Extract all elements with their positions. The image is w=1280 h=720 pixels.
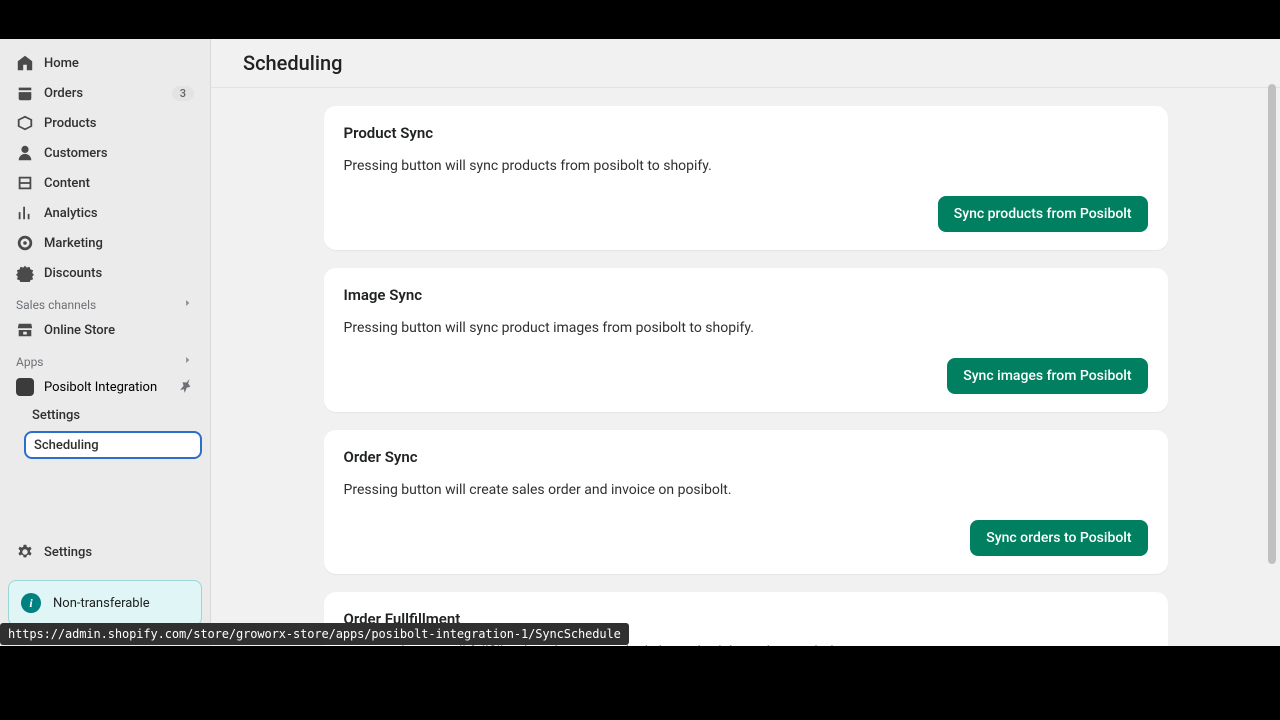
scrollbar-thumb[interactable] <box>1268 84 1276 564</box>
card-desc: Pressing button will create sales order … <box>344 482 1148 498</box>
nav-online-store[interactable]: Online Store <box>8 316 202 344</box>
nav-label: Settings <box>44 545 194 560</box>
app-sub-scheduling[interactable]: Scheduling <box>24 431 202 459</box>
content-scroll[interactable]: Product Sync Pressing button will sync p… <box>211 88 1280 646</box>
card-title: Product Sync <box>344 124 1148 142</box>
orders-badge: 3 <box>172 86 194 101</box>
marketing-icon <box>16 234 34 252</box>
app-icon <box>16 378 34 396</box>
nav-label: Customers <box>44 146 194 161</box>
nav-label: Discounts <box>44 266 194 281</box>
card-desc: Pressing button will sync product images… <box>344 320 1148 336</box>
page-title: Scheduling <box>243 51 1248 75</box>
discounts-icon <box>16 264 34 282</box>
banner-text: Non-transferable <box>53 596 150 611</box>
nav-home[interactable]: Home <box>8 49 202 77</box>
primary-nav: Home Orders 3 Products Customers Content <box>0 49 210 289</box>
sync-products-button[interactable]: Sync products from Posibolt <box>938 196 1148 232</box>
nav-label: Home <box>44 56 194 71</box>
scrollbar[interactable] <box>1268 84 1278 624</box>
sync-orders-button[interactable]: Sync orders to Posibolt <box>970 520 1147 556</box>
nav-orders[interactable]: Orders 3 <box>8 79 202 107</box>
products-icon <box>16 114 34 132</box>
card-order-sync: Order Sync Pressing button will create s… <box>324 430 1168 574</box>
nav-customers[interactable]: Customers <box>8 139 202 167</box>
main-content: Scheduling Product Sync Pressing button … <box>211 39 1280 646</box>
sidebar: Home Orders 3 Products Customers Content <box>0 39 211 646</box>
card-image-sync: Image Sync Pressing button will sync pro… <box>324 268 1168 412</box>
nav-content[interactable]: Content <box>8 169 202 197</box>
card-title: Image Sync <box>344 286 1148 304</box>
analytics-icon <box>16 204 34 222</box>
status-url-tooltip: https://admin.shopify.com/store/groworx-… <box>0 623 629 645</box>
app-sub-settings[interactable]: Settings <box>24 401 202 429</box>
info-banner: i Non-transferable <box>8 580 202 626</box>
sub-label: Scheduling <box>34 438 192 453</box>
home-icon <box>16 54 34 72</box>
card-product-sync: Product Sync Pressing button will sync p… <box>324 106 1168 250</box>
card-desc: Pressing button will sync products from … <box>344 158 1148 174</box>
nav-discounts[interactable]: Discounts <box>8 259 202 287</box>
nav-analytics[interactable]: Analytics <box>8 199 202 227</box>
apps-header[interactable]: Apps <box>0 346 210 373</box>
info-icon: i <box>21 593 41 613</box>
nav-label: Analytics <box>44 206 194 221</box>
nav-label: Online Store <box>44 323 194 338</box>
chevron-right-icon <box>182 354 194 369</box>
nav-marketing[interactable]: Marketing <box>8 229 202 257</box>
section-label: Sales channels <box>16 298 96 312</box>
nav-settings[interactable]: Settings <box>8 538 202 566</box>
pin-icon[interactable] <box>172 373 199 401</box>
sub-label: Settings <box>32 408 194 423</box>
orders-icon <box>16 84 34 102</box>
page-header: Scheduling <box>211 39 1280 88</box>
section-label: Apps <box>16 355 44 369</box>
sales-channels-header[interactable]: Sales channels <box>0 289 210 316</box>
app-posibolt[interactable]: Posibolt Integration <box>8 373 202 401</box>
chevron-right-icon <box>182 297 194 312</box>
gear-icon <box>16 543 34 561</box>
nav-label: Content <box>44 176 194 191</box>
card-title: Order Sync <box>344 448 1148 466</box>
content-icon <box>16 174 34 192</box>
nav-label: Orders <box>44 86 172 101</box>
app-label: Posibolt Integration <box>44 380 176 395</box>
store-icon <box>16 321 34 339</box>
customers-icon <box>16 144 34 162</box>
sync-images-button[interactable]: Sync images from Posibolt <box>947 358 1147 394</box>
nav-label: Marketing <box>44 236 194 251</box>
nav-label: Products <box>44 116 194 131</box>
nav-products[interactable]: Products <box>8 109 202 137</box>
